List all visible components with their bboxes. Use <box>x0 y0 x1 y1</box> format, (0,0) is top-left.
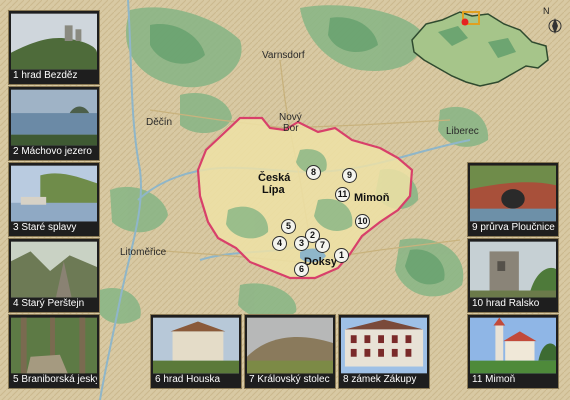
photo-caption: 8 zámek Zákupy <box>343 374 417 385</box>
marker-9[interactable]: 9 <box>342 168 357 183</box>
marker-5[interactable]: 5 <box>281 219 296 234</box>
photo-stary-perstejn <box>11 241 97 298</box>
photo-card-11[interactable]: 11 Mimoň <box>467 314 559 389</box>
town-label: Nový <box>279 112 302 123</box>
photo-stare-splavy <box>11 165 97 222</box>
photo-card-9[interactable]: 9 průrva Ploučnice <box>467 162 559 237</box>
photo-card-5[interactable]: 5 Braniborská jeskyně <box>8 314 100 389</box>
marker-8[interactable]: 8 <box>306 165 321 180</box>
town-label: Bor <box>283 123 299 134</box>
photo-caption: 4 Starý Perštejn <box>13 298 85 309</box>
photo-card-3[interactable]: 3 Staré splavy <box>8 162 100 237</box>
photo-mimon <box>470 317 556 374</box>
town-label: Česká <box>258 172 291 184</box>
photo-prurva-ploucnice <box>470 165 556 222</box>
marker-7[interactable]: 7 <box>315 238 330 253</box>
marker-1[interactable]: 1 <box>334 248 349 263</box>
photo-card-6[interactable]: 6 hrad Houska <box>150 314 242 389</box>
photo-caption: 10 hrad Ralsko <box>472 298 540 309</box>
marker-6[interactable]: 6 <box>294 262 309 277</box>
town-label: Doksy <box>304 256 338 268</box>
photo-zamek-zakupy <box>341 317 427 374</box>
photo-machovo-jezero <box>11 89 97 146</box>
photo-card-2[interactable]: 2 Máchovo jezero <box>8 86 100 161</box>
marker-3[interactable]: 3 <box>294 236 309 251</box>
photo-caption: 2 Máchovo jezero <box>13 146 92 157</box>
photo-card-4[interactable]: 4 Starý Perštejn <box>8 238 100 313</box>
town-label: Varnsdorf <box>262 50 305 61</box>
photo-hrad-bezdez <box>11 13 97 70</box>
photo-card-1[interactable]: 1 hrad Bezděz <box>8 10 100 85</box>
photo-hrad-ralsko <box>470 241 556 298</box>
photo-card-8[interactable]: 8 zámek Zákupy <box>338 314 430 389</box>
town-label: Liberec <box>446 126 479 137</box>
inset-locator-map: N <box>411 6 562 87</box>
photo-caption: 5 Braniborská jeskyně <box>13 374 97 385</box>
marker-10[interactable]: 10 <box>355 214 370 229</box>
photo-caption: 7 Královský stolec <box>249 374 330 385</box>
compass-letter: N <box>543 6 550 16</box>
photo-caption: 6 hrad Houska <box>155 374 221 385</box>
photo-kraluv-stolec <box>247 317 333 374</box>
marker-11[interactable]: 11 <box>335 187 350 202</box>
photo-caption: 1 hrad Bezděz <box>13 70 78 81</box>
photo-caption: 9 průrva Ploučnice <box>472 222 555 233</box>
town-label: Děčín <box>146 117 173 128</box>
photo-card-7[interactable]: 7 Královský stolec <box>244 314 336 389</box>
photo-hrad-houska <box>153 317 239 374</box>
marker-4[interactable]: 4 <box>272 236 287 251</box>
photo-card-10[interactable]: 10 hrad Ralsko <box>467 238 559 313</box>
tourist-map: Varnsdorf Děčín Nový Bor Liberec Česká L… <box>0 0 570 400</box>
town-label: Litoměřice <box>120 247 167 258</box>
town-label: Mimoň <box>354 192 390 204</box>
photo-caption: 3 Staré splavy <box>13 222 77 233</box>
photo-braniborska-jeskyne <box>11 317 97 374</box>
photo-caption: 11 Mimoň <box>472 374 516 385</box>
region-location-dot <box>461 18 469 26</box>
town-label: Lípa <box>262 184 285 196</box>
